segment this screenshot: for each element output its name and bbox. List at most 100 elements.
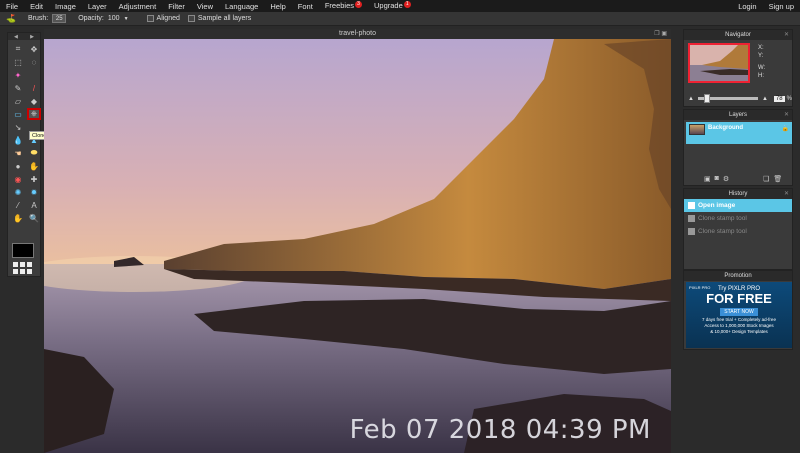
history-header: History ✕ (684, 189, 792, 199)
stamp-icon: ⛳ (6, 14, 16, 23)
options-bar: ⛳ Brush: 25 Opacity: 100 ▼ Aligned Sampl… (0, 12, 800, 26)
menu-adjustment[interactable]: Adjustment (113, 2, 163, 11)
brush-picker[interactable]: 25 (52, 14, 67, 23)
x-label: X: (758, 45, 764, 51)
opacity-value[interactable]: 100 (108, 15, 120, 22)
lasso-icon[interactable]: ◌ (27, 56, 41, 68)
bucket-icon[interactable]: ◆ (27, 95, 41, 107)
promo-banner[interactable]: PIXLR PRO Try PIXLR PRO FOR FREE START N… (686, 282, 792, 348)
promotion-panel: Promotion PIXLR PRO Try PIXLR PRO FOR FR… (683, 270, 793, 350)
replace-color-icon[interactable]: ↘ (11, 121, 25, 133)
menu-font[interactable]: Font (292, 2, 319, 11)
toolbox-header: ◀ ▶ (8, 33, 40, 40)
menu-layer[interactable]: Layer (82, 2, 113, 11)
menu-filter[interactable]: Filter (162, 2, 191, 11)
zoom-value[interactable]: 78 (773, 95, 785, 102)
lock-icon[interactable]: 🔒 (782, 125, 789, 132)
close-icon[interactable]: ▣ (661, 31, 667, 37)
layer-name: Background (708, 125, 744, 131)
menu-view[interactable]: View (191, 2, 219, 11)
collapse-left-icon[interactable]: ◀ (14, 34, 18, 40)
color-swatch[interactable] (12, 243, 34, 258)
picker-icon[interactable]: ⁄ (11, 199, 25, 211)
red-eye-icon[interactable]: ◉ (11, 173, 25, 185)
signup-link[interactable]: Sign up (763, 2, 800, 11)
promo-brand: PIXLR PRO (689, 285, 711, 290)
canvas-window: travel-photo ❐ ▣ Feb 07 2018 04:39 PM (44, 29, 671, 453)
close-icon[interactable]: ✕ (784, 30, 789, 40)
promotion-title: Promotion (724, 273, 752, 279)
clone-stamp-icon[interactable]: ⎈ (27, 108, 41, 120)
layer-row[interactable]: Background 🔒 (686, 122, 792, 144)
mask-icon[interactable]: ◙ (715, 175, 719, 183)
menu-file[interactable]: File (0, 2, 24, 11)
h-label: H: (758, 73, 764, 79)
menu-language[interactable]: Language (219, 2, 264, 11)
smudge-icon[interactable]: ☚ (11, 147, 25, 159)
menubar: File Edit Image Layer Adjustment Filter … (0, 0, 800, 12)
photo-timestamp: Feb 07 2018 04:39 PM (349, 415, 651, 445)
freebies-badge: 3 (355, 1, 362, 8)
empty-slot (27, 69, 41, 81)
hand-icon[interactable]: ✋ (11, 212, 25, 224)
history-item-label: Clone stamp tool (698, 215, 747, 222)
canvas-title: travel-photo (339, 30, 376, 37)
history-item[interactable]: Clone stamp tool (684, 225, 792, 238)
spot-heal-icon[interactable]: ✚ (27, 173, 41, 185)
move-icon[interactable]: ✥ (27, 43, 41, 55)
dodge-icon[interactable]: ● (11, 160, 25, 172)
sample-all-layers-checkbox[interactable] (187, 15, 195, 22)
chevron-down-icon[interactable]: ▼ (124, 16, 129, 22)
pencil-icon[interactable]: ✎ (11, 82, 25, 94)
layer-style-icon[interactable]: ▣ (704, 175, 711, 183)
photo-canvas[interactable]: Feb 07 2018 04:39 PM (44, 39, 671, 453)
zoom-slider[interactable] (697, 94, 758, 103)
marquee-icon[interactable]: ⬚ (11, 56, 25, 68)
gradient-icon[interactable]: ▭ (11, 108, 25, 120)
layer-settings-icon[interactable]: ⚙ (723, 175, 729, 183)
thumbnail-image (690, 45, 748, 81)
blur-icon[interactable]: 💧 (11, 134, 25, 146)
zoom-in-icon[interactable]: ▲ (762, 96, 768, 102)
brush-size: 25 (55, 15, 63, 22)
layer-thumbnail (689, 124, 705, 135)
zoom-slider-handle[interactable] (703, 94, 710, 103)
pixlr-editor: File Edit Image Layer Adjustment Filter … (0, 0, 800, 453)
canvas-titlebar: travel-photo ❐ ▣ (44, 29, 671, 39)
photo-image (44, 39, 671, 453)
close-icon[interactable]: ✕ (784, 110, 789, 120)
start-now-button[interactable]: START NOW (720, 308, 758, 316)
trash-icon[interactable]: 🗑 (773, 175, 782, 183)
collapse-right-icon[interactable]: ▶ (30, 34, 34, 40)
upgrade-badge: 1 (403, 1, 411, 8)
window-buttons: ❐ ▣ (654, 29, 667, 39)
zoom-out-icon[interactable]: ▲ (688, 96, 694, 102)
login-link[interactable]: Login (732, 2, 762, 11)
promo-line-3: & 10,000+ Design Templates (710, 329, 768, 334)
navigator-thumbnail[interactable] (688, 43, 750, 83)
maximize-icon[interactable]: ❐ (654, 31, 659, 37)
grid-icon[interactable] (13, 262, 35, 274)
zoom-icon[interactable]: 🔍 (27, 212, 41, 224)
burn-icon[interactable]: ✋ (27, 160, 41, 172)
history-title: History (728, 191, 748, 197)
history-item[interactable]: Clone stamp tool (684, 212, 792, 225)
aligned-checkbox[interactable] (146, 15, 154, 22)
menu-freebies-label: Freebies (324, 1, 354, 10)
new-layer-icon[interactable]: ❏ (763, 175, 769, 183)
wand-icon[interactable]: ✦ (11, 69, 25, 81)
close-icon[interactable]: ✕ (784, 189, 789, 199)
type-icon[interactable]: A (27, 199, 41, 211)
crop-icon[interactable]: ⌗ (11, 43, 25, 55)
history-item[interactable]: Open image (684, 199, 792, 212)
bloat-icon[interactable]: ✺ (11, 186, 25, 198)
menu-edit[interactable]: Edit (24, 2, 49, 11)
pinch-icon[interactable]: ✹ (27, 186, 41, 198)
menu-upgrade[interactable]: Upgrade 1 (368, 1, 417, 11)
menu-help[interactable]: Help (264, 2, 291, 11)
sponge-icon[interactable]: ⬬ (27, 147, 41, 159)
menu-freebies[interactable]: Freebies 3 (319, 1, 368, 11)
menu-image[interactable]: Image (49, 2, 82, 11)
eraser-icon[interactable]: ▱ (11, 95, 25, 107)
brush-icon[interactable]: / (27, 82, 41, 94)
